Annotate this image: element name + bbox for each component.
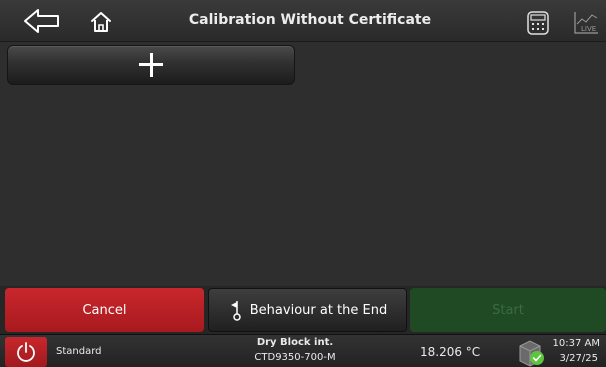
behaviour-at-end-button[interactable]: Behaviour at the End [208, 288, 407, 332]
status-bar: Standard Dry Block int. CTD9350-700-M 18… [0, 334, 606, 367]
start-button[interactable]: Start [410, 288, 606, 332]
device-model: CTD9350-700-M [254, 352, 336, 363]
live-chart-button[interactable]: LIVE [572, 10, 600, 36]
dry-block-status-icon [519, 340, 544, 367]
start-label: Start [492, 302, 524, 318]
clock-date: 3/27/25 [559, 353, 598, 364]
home-icon [91, 12, 111, 32]
add-button[interactable] [7, 45, 295, 85]
calculator-button[interactable] [526, 10, 550, 36]
behaviour-label: Behaviour at the End [249, 302, 388, 318]
live-label: LIVE [581, 25, 596, 33]
main-area [0, 42, 606, 286]
device-name: Dry Block int. [256, 337, 334, 348]
top-bar: Calibration Without Certificate LIVE [0, 0, 606, 42]
device-status-indicator[interactable] [516, 337, 548, 367]
clock-time: 10:37 AM [552, 338, 600, 349]
temperature-readout: 18.206 °C [420, 345, 481, 359]
calculator-icon [527, 11, 549, 35]
home-button[interactable] [88, 9, 114, 35]
mode-label: Standard [56, 346, 102, 357]
live-chart-icon: LIVE [574, 12, 598, 34]
power-icon [17, 342, 35, 362]
power-button[interactable] [5, 337, 47, 367]
cancel-button[interactable]: Cancel [5, 288, 204, 332]
action-bar: Cancel Behaviour at the End Start [0, 286, 606, 334]
plus-icon [139, 53, 163, 77]
cancel-label: Cancel [82, 302, 127, 318]
thermometer-flag-icon [230, 301, 241, 321]
page-title: Calibration Without Certificate [188, 12, 432, 28]
back-button[interactable] [22, 8, 62, 34]
arrow-left-outline-icon [24, 9, 59, 33]
